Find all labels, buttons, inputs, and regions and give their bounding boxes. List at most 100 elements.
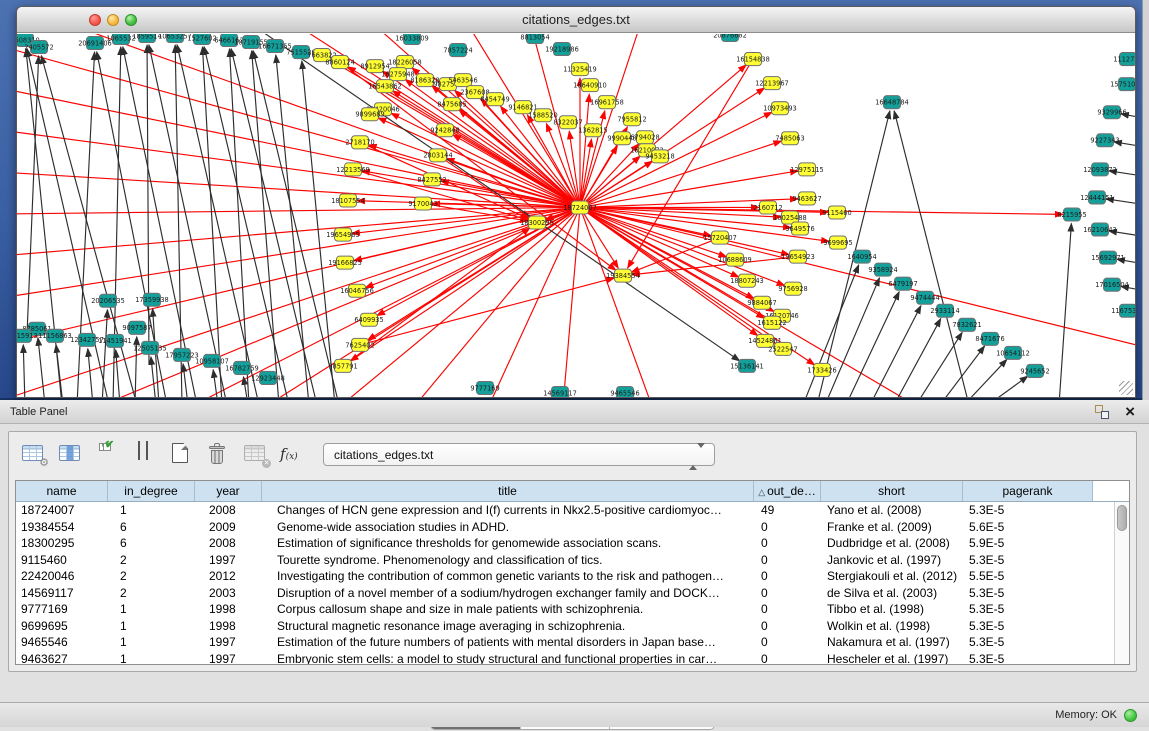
cell-title: Disruption of a novel member of a sodium… <box>262 585 754 602</box>
table-row[interactable]: 1872400712008Changes of HCN gene express… <box>16 502 1129 519</box>
table-row[interactable]: 1456911722003Disruption of a novel membe… <box>16 585 1129 602</box>
table-selector-value: citations_edges.txt <box>334 444 433 466</box>
node-label: 9329966 <box>1097 109 1126 117</box>
citation-edge-red[interactable] <box>354 207 580 260</box>
citation-edge-black[interactable] <box>88 349 93 397</box>
citation-edge-red[interactable] <box>557 207 580 397</box>
column-header-in_degree[interactable]: in_degree <box>108 481 195 501</box>
citation-edge-black[interactable] <box>846 292 899 397</box>
table-row[interactable]: 911546021997Tourette syndrome. Phenomeno… <box>16 552 1129 569</box>
node-label: 9699695 <box>823 239 852 247</box>
node-label: 2718170 <box>345 139 374 147</box>
node-label: 7955812 <box>617 116 646 124</box>
node-label: 11156863 <box>38 332 72 340</box>
network-window-titlebar[interactable]: citations_edges.txt <box>17 7 1135 33</box>
node-label: 6479197 <box>888 280 917 288</box>
cell-in_degree: 2 <box>108 585 195 602</box>
node-label: 2803144 <box>423 152 452 160</box>
node-label: 1362815 <box>578 127 607 135</box>
citation-edge-black[interactable] <box>276 55 309 397</box>
column-header-title[interactable]: title <box>262 481 754 501</box>
table-selector-combobox[interactable]: citations_edges.txt <box>323 443 715 466</box>
node-label: 8215955 <box>1057 211 1086 219</box>
citation-edge-red[interactable] <box>360 278 614 345</box>
table-mode-icon[interactable]: ⚙ <box>21 442 47 466</box>
citation-edge-black[interactable] <box>116 350 120 397</box>
window-resize-grip[interactable] <box>1119 381 1133 395</box>
citation-edge-red[interactable] <box>368 207 580 340</box>
citation-edge-black[interactable] <box>253 51 339 397</box>
node-label: 11325419 <box>563 65 597 73</box>
citation-edge-red[interactable] <box>580 207 1135 364</box>
node-label: 1112773 <box>1113 55 1135 63</box>
cell-pagerank: 5.3E-5 <box>963 601 1093 618</box>
node-label: 14569117 <box>543 389 577 397</box>
citation-edge-black[interactable] <box>257 34 740 361</box>
citation-edge-black[interactable] <box>175 45 182 397</box>
citation-edge-black[interactable] <box>803 265 859 397</box>
citation-edge-black[interactable] <box>147 45 149 365</box>
column-header-short[interactable]: short <box>821 481 963 501</box>
attribute-table: namein_degreeyeartitle△out_de…shortpager… <box>15 480 1130 665</box>
citation-edge-black[interactable] <box>23 345 25 397</box>
table-row[interactable]: 946554611997Estimation of the future num… <box>16 634 1129 651</box>
cell-out_de: 0 <box>754 651 821 666</box>
node-label: 16543862 <box>368 83 402 91</box>
scrollbar-thumb[interactable] <box>1117 505 1127 531</box>
column-header-out_de[interactable]: △out_de… <box>754 481 821 501</box>
node-label: 8322037 <box>553 119 582 127</box>
function-builder-icon[interactable]: f(x) <box>280 442 306 466</box>
column-header-name[interactable]: name <box>16 481 108 501</box>
table-row[interactable]: 946362711997Embryonic stem cells: a mode… <box>16 651 1129 666</box>
citation-edge-black[interactable] <box>302 61 335 397</box>
citation-edge-black[interactable] <box>56 345 63 397</box>
table-row[interactable]: 2242004622012Investigating the contribut… <box>16 568 1129 585</box>
cell-out_de: 0 <box>754 634 821 651</box>
node-label: 12213967 <box>755 80 789 88</box>
citation-edge-red[interactable] <box>17 169 580 207</box>
node-label: 15720407 <box>703 234 737 242</box>
citation-edge-black[interactable] <box>27 49 109 397</box>
node-label: 3915913 <box>17 332 38 340</box>
sort-ascending-icon: △ <box>758 487 765 497</box>
create-table-icon[interactable] <box>169 442 195 466</box>
node-label: 9857791 <box>328 362 357 370</box>
citation-network-graph[interactable]: 1608310240557220691406106553218595141065… <box>17 34 1135 397</box>
citation-edge-black[interactable] <box>177 45 259 397</box>
column-header-year[interactable]: year <box>195 481 262 501</box>
vertical-scrollbar[interactable] <box>1114 502 1129 665</box>
citation-edge-black[interactable] <box>102 310 107 397</box>
citation-edge-black[interactable] <box>202 47 222 397</box>
memory-status-indicator-icon[interactable] <box>1124 709 1137 722</box>
citation-edge-red[interactable] <box>17 207 580 354</box>
citation-edge-black[interactable] <box>1059 224 1071 397</box>
citation-edge-black[interactable] <box>988 376 1028 397</box>
citation-edge-red[interactable] <box>17 34 580 207</box>
citation-edge-black[interactable] <box>151 357 156 397</box>
close-panel-icon[interactable]: × <box>1125 401 1135 423</box>
node-label: 9146821 <box>508 104 537 112</box>
citation-edge-black[interactable] <box>183 364 188 397</box>
citation-edge-black[interactable] <box>894 319 941 397</box>
node-label: 19166825 <box>328 259 362 267</box>
table-row[interactable]: 1830029562008Estimation of significance … <box>16 535 1129 552</box>
table-row[interactable]: 977716911998Corpus callosum shape and si… <box>16 601 1129 618</box>
citation-edge-black[interactable] <box>894 111 969 397</box>
float-panel-icon[interactable] <box>1095 405 1109 419</box>
cell-year: 1997 <box>195 651 262 666</box>
citation-edge-black[interactable] <box>916 332 962 397</box>
show-columns-icon[interactable] <box>58 442 84 466</box>
row-height-icon[interactable] <box>132 442 158 466</box>
selection-mode-icon[interactable]: ✔ ✔ <box>95 442 121 466</box>
network-canvas[interactable]: 1608310240557220691406106553218595141065… <box>17 34 1135 397</box>
table-panel-body: ⚙ ✔ ✔ ✕ f(x) citations_edges.txt namein_… <box>8 431 1137 672</box>
table-row[interactable]: 969969511998Structural magnetic resonanc… <box>16 618 1129 635</box>
cell-title: Tourette syndrome. Phenomenology and cla… <box>262 552 754 569</box>
node-label: 10973493 <box>763 105 797 113</box>
cell-pagerank: 5.5E-5 <box>963 568 1093 585</box>
citation-edge-black[interactable] <box>940 346 985 397</box>
table-row[interactable]: 1938455462009Genome-wide association stu… <box>16 519 1129 536</box>
column-header-pagerank[interactable]: pagerank <box>963 481 1093 501</box>
delete-table-icon[interactable] <box>206 442 232 466</box>
citation-edge-red[interactable] <box>17 34 580 207</box>
